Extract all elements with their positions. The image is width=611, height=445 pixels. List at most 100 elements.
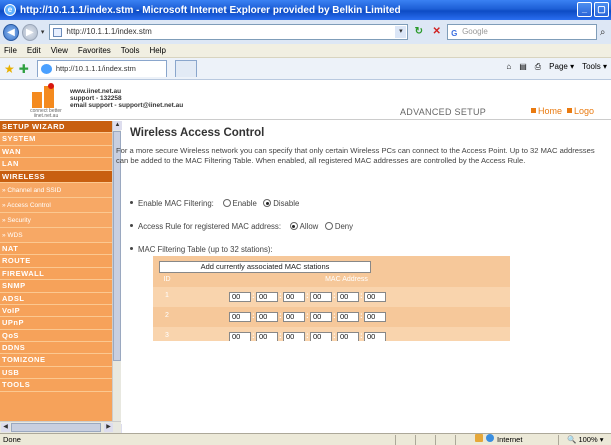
- mac-octet-field[interactable]: 00: [229, 292, 251, 302]
- mac-separator: :: [360, 311, 363, 320]
- sidebar-item-voip[interactable]: VoIP: [0, 305, 112, 318]
- sidebar-item-usb[interactable]: USB: [0, 367, 112, 380]
- sidebar-item-snmp[interactable]: SNMP: [0, 280, 112, 293]
- feeds-icon[interactable]: ▤: [519, 62, 527, 72]
- home-icon[interactable]: ⌂: [506, 62, 511, 72]
- zoom-level[interactable]: 🔍 100% ▾: [567, 434, 603, 445]
- mac-separator: :: [333, 311, 336, 320]
- sidebar-item-wds[interactable]: » WDS: [0, 227, 112, 243]
- allow-radio[interactable]: [289, 222, 298, 230]
- mac-octet-field[interactable]: 00: [364, 292, 386, 302]
- mac-octet-field[interactable]: 00: [229, 312, 251, 322]
- sidebar-item-qos[interactable]: QoS: [0, 330, 112, 343]
- search-icon[interactable]: ⌕: [600, 27, 611, 38]
- security-zone[interactable]: Internet: [475, 434, 522, 445]
- menu-edit[interactable]: Edit: [27, 44, 41, 57]
- maximize-button[interactable]: ▢: [594, 2, 609, 17]
- add-favorite-icon[interactable]: ✚: [19, 62, 29, 76]
- sidebar-item-nat[interactable]: NAT: [0, 243, 112, 256]
- mac-octet-field[interactable]: 00: [310, 312, 332, 322]
- sidebar-item-channel-and-ssid[interactable]: » Channel and SSID: [0, 182, 112, 198]
- stop-icon[interactable]: ✕: [429, 24, 444, 40]
- menu-file[interactable]: File: [4, 44, 17, 57]
- home-link[interactable]: Home: [538, 106, 562, 116]
- mac-octet-field[interactable]: 00: [364, 312, 386, 322]
- back-button[interactable]: ◀: [3, 23, 19, 41]
- sidebar-item-lan[interactable]: LAN: [0, 158, 112, 171]
- favorites-star-icon[interactable]: ★: [4, 62, 15, 76]
- status-bar: Done Internet 🔍 100% ▾: [0, 433, 611, 445]
- sidebar-item-tomizone[interactable]: TOMIZONE: [0, 354, 112, 367]
- mac-separator: :: [279, 291, 282, 300]
- sidebar-item-tools[interactable]: TOOLS: [0, 379, 112, 392]
- search-input[interactable]: G Google: [447, 24, 597, 40]
- tab-current[interactable]: http://10.1.1.1/index.stm: [36, 60, 167, 77]
- mac-octet-field[interactable]: 00: [229, 332, 251, 341]
- scroll-right-icon[interactable]: ▶: [104, 423, 113, 432]
- history-dropdown-icon[interactable]: ▾: [41, 28, 45, 36]
- mac-octet-field[interactable]: 00: [364, 332, 386, 341]
- sidebar-item-security[interactable]: » Security: [0, 212, 112, 228]
- logout-bullet-icon: [567, 108, 573, 113]
- tools-menu[interactable]: Tools ▾: [582, 62, 607, 72]
- support-email: email support - support@iinet.net.au: [70, 102, 184, 109]
- sidebar-item-setup-wizard[interactable]: SETUP WIZARD: [0, 121, 112, 134]
- sidebar-item-upnp[interactable]: UPnP: [0, 317, 112, 330]
- row-id: 2: [165, 312, 169, 319]
- mac-octet-field[interactable]: 00: [337, 292, 359, 302]
- mac-separator: :: [306, 311, 309, 320]
- sidebar-item-ddns[interactable]: DDNS: [0, 342, 112, 355]
- menu-favorites[interactable]: Favorites: [78, 44, 111, 57]
- mac-octet-field[interactable]: 00: [337, 332, 359, 341]
- menu-help[interactable]: Help: [149, 44, 165, 57]
- mac-octet-field[interactable]: 00: [256, 292, 278, 302]
- print-icon[interactable]: ⎙: [535, 62, 541, 72]
- deny-radio[interactable]: [324, 222, 333, 230]
- mac-octet-field[interactable]: 00: [337, 312, 359, 322]
- menu-view[interactable]: View: [51, 44, 68, 57]
- forward-button[interactable]: ▶: [21, 23, 38, 41]
- refresh-icon[interactable]: ↻: [411, 24, 426, 40]
- mac-octet-field[interactable]: 00: [310, 292, 332, 302]
- sidebar-item-route[interactable]: ROUTE: [0, 255, 112, 268]
- mac-octet-field[interactable]: 00: [283, 312, 305, 322]
- new-tab-button[interactable]: [174, 60, 197, 77]
- minimize-button[interactable]: _: [577, 2, 592, 17]
- sidebar-item-wireless[interactable]: WIRELESS: [0, 170, 112, 183]
- scroll-up-icon[interactable]: ▲: [113, 121, 122, 130]
- url-dropdown-icon[interactable]: ▾: [395, 26, 407, 38]
- disable-radio[interactable]: [263, 199, 272, 207]
- mac-octet-field[interactable]: 00: [310, 332, 332, 341]
- sidebar-horizontal-scrollbar[interactable]: ◀ ▶: [0, 421, 121, 433]
- mac-octet-field[interactable]: 00: [283, 292, 305, 302]
- add-associated-mac-button[interactable]: Add currently associated MAC stations: [159, 261, 371, 273]
- sidebar-nav: SETUP WIZARD SYSTEM WAN LAN WIRELESS» Channe…: [0, 121, 112, 433]
- mac-octet-field[interactable]: 00: [283, 332, 305, 341]
- mac-octet-field[interactable]: 00: [256, 312, 278, 322]
- sidebar-vertical-scrollbar[interactable]: ▲ ▼: [112, 121, 122, 433]
- scroll-thumb[interactable]: [113, 131, 121, 361]
- status-text: Done: [3, 435, 21, 444]
- url-input[interactable]: http://10.1.1.1/index.stm ▾: [49, 24, 409, 40]
- menu-bar: File Edit View Favorites Tools Help: [0, 44, 611, 58]
- sidebar-item-wan[interactable]: WAN: [0, 146, 112, 159]
- sidebar-item-access-control[interactable]: » Access Control: [0, 197, 112, 213]
- header-links: Home Logo: [531, 106, 594, 116]
- page-menu[interactable]: Page ▾: [549, 62, 574, 72]
- mac-separator: :: [279, 331, 282, 340]
- table-row: 3 00:00:00:00:00:00: [153, 327, 510, 341]
- enable-radio-label: Enable: [232, 199, 257, 208]
- enable-radio[interactable]: [222, 199, 231, 207]
- scroll-left-icon[interactable]: ◀: [1, 423, 10, 432]
- menu-tools[interactable]: Tools: [121, 44, 140, 57]
- sidebar-item-adsl[interactable]: ADSL: [0, 293, 112, 305]
- hscroll-thumb[interactable]: [11, 423, 101, 432]
- sidebar-item-firewall[interactable]: FIREWALL: [0, 268, 112, 281]
- logout-link[interactable]: Logo: [574, 106, 594, 116]
- mac-octet-field[interactable]: 00: [256, 332, 278, 341]
- access-rule-option: Access Rule for registered MAC address: …: [130, 222, 353, 231]
- mac-table-header: ID MAC Address: [153, 274, 510, 286]
- sidebar-item-system[interactable]: SYSTEM: [0, 133, 112, 146]
- mac-separator: :: [333, 331, 336, 340]
- iinet-logo: [32, 83, 58, 108]
